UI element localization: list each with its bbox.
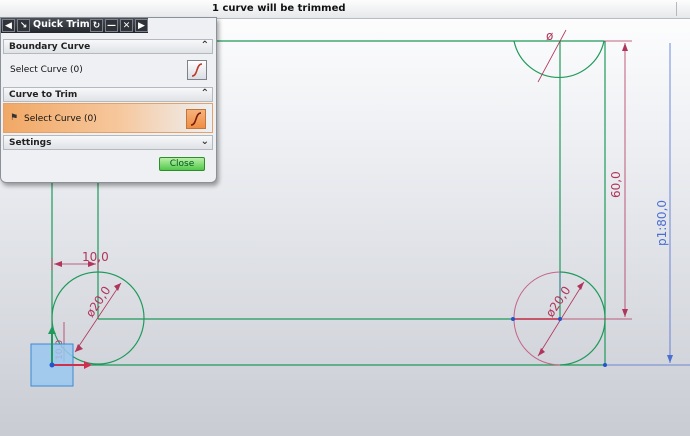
dialog-titlebar[interactable]: ◀ ↘ Quick Trim ↻ — ✕ ▶ bbox=[1, 18, 148, 33]
dialog-title: Quick Trim bbox=[33, 19, 90, 30]
minimize-icon[interactable]: — bbox=[105, 19, 118, 32]
section-trim-header: Curve to Trim bbox=[9, 90, 78, 100]
trim-select-row[interactable]: ⚑ Select Curve (0) bbox=[3, 103, 213, 133]
dim-height-right[interactable]: 60,0 bbox=[609, 171, 623, 198]
dim-dia-top-right[interactable]: ø bbox=[546, 29, 553, 43]
quick-trim-dialog[interactable]: ◀ ↘ Quick Trim ↻ — ✕ ▶ Boundary Curve ⌃ … bbox=[0, 17, 217, 183]
section-settings[interactable]: Settings ⌄ bbox=[3, 135, 213, 150]
arc-bottom-right-b bbox=[559, 318, 606, 366]
dim-dia-bottom-right[interactable]: ø20,0 bbox=[543, 284, 574, 320]
dim-width-small[interactable]: 10,0 bbox=[82, 250, 109, 264]
curve-select-button[interactable] bbox=[187, 60, 207, 80]
quick-trim-icon: ↘ bbox=[17, 19, 30, 32]
sketch-points bbox=[511, 317, 607, 367]
curve-icon bbox=[190, 112, 202, 126]
reset-icon[interactable]: ↻ bbox=[90, 19, 103, 32]
arc-top-right bbox=[513, 40, 605, 78]
dim-height-far[interactable]: p1:80,0 bbox=[655, 200, 669, 246]
curve-icon bbox=[191, 63, 203, 77]
trim-select-label: Select Curve (0) bbox=[24, 114, 97, 124]
chevron-up-icon[interactable]: ⌃ bbox=[201, 88, 209, 99]
arrow-right-icon[interactable]: ▶ bbox=[135, 19, 148, 32]
boundary-select-label: Select Curve (0) bbox=[10, 65, 83, 75]
section-boundary-curve[interactable]: Boundary Curve ⌃ bbox=[3, 39, 213, 54]
close-button[interactable]: Close bbox=[159, 157, 205, 171]
chevron-down-icon[interactable]: ⌄ bbox=[201, 136, 209, 147]
section-settings-header: Settings bbox=[9, 138, 52, 148]
section-curve-to-trim[interactable]: Curve to Trim ⌃ bbox=[3, 87, 213, 102]
section-boundary-header: Boundary Curve bbox=[9, 42, 91, 52]
arrow-left-icon[interactable]: ◀ bbox=[2, 19, 15, 32]
boundary-select-row[interactable]: Select Curve (0) bbox=[3, 55, 213, 85]
curve-select-button[interactable] bbox=[186, 109, 206, 129]
flag-icon: ⚑ bbox=[10, 113, 19, 123]
close-icon[interactable]: ✕ bbox=[120, 19, 133, 32]
chevron-up-icon[interactable]: ⌃ bbox=[201, 40, 209, 51]
